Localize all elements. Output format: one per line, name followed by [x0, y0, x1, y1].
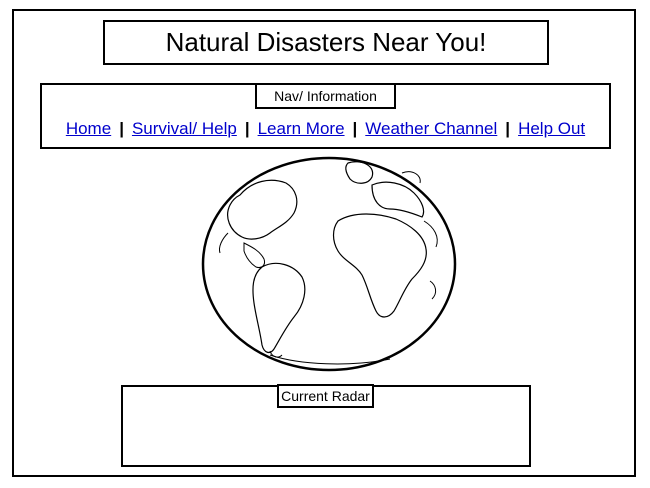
nav-links: Home | Survival/ Help | Learn More | Weather C…: [40, 119, 611, 139]
nav-link-survival-help[interactable]: Survival/ Help: [132, 119, 237, 138]
nav-link-weather-channel[interactable]: Weather Channel: [365, 119, 497, 138]
nav-separator: |: [352, 119, 358, 138]
page-title: Natural Disasters Near You!: [165, 27, 487, 57]
globe-icon: [201, 156, 457, 372]
nav-separator: |: [119, 119, 124, 138]
radar-heading: Current Radar: [277, 384, 374, 408]
nav-link-learn-more[interactable]: Learn More: [258, 119, 345, 138]
nav-separator: |: [505, 119, 511, 138]
nav-link-home[interactable]: Home: [66, 119, 111, 138]
nav-heading: Nav/ Information: [255, 83, 396, 109]
nav-separator: |: [244, 119, 250, 138]
nav-link-help-out[interactable]: Help Out: [518, 119, 585, 138]
title-box: Natural Disasters Near You!: [103, 20, 549, 65]
